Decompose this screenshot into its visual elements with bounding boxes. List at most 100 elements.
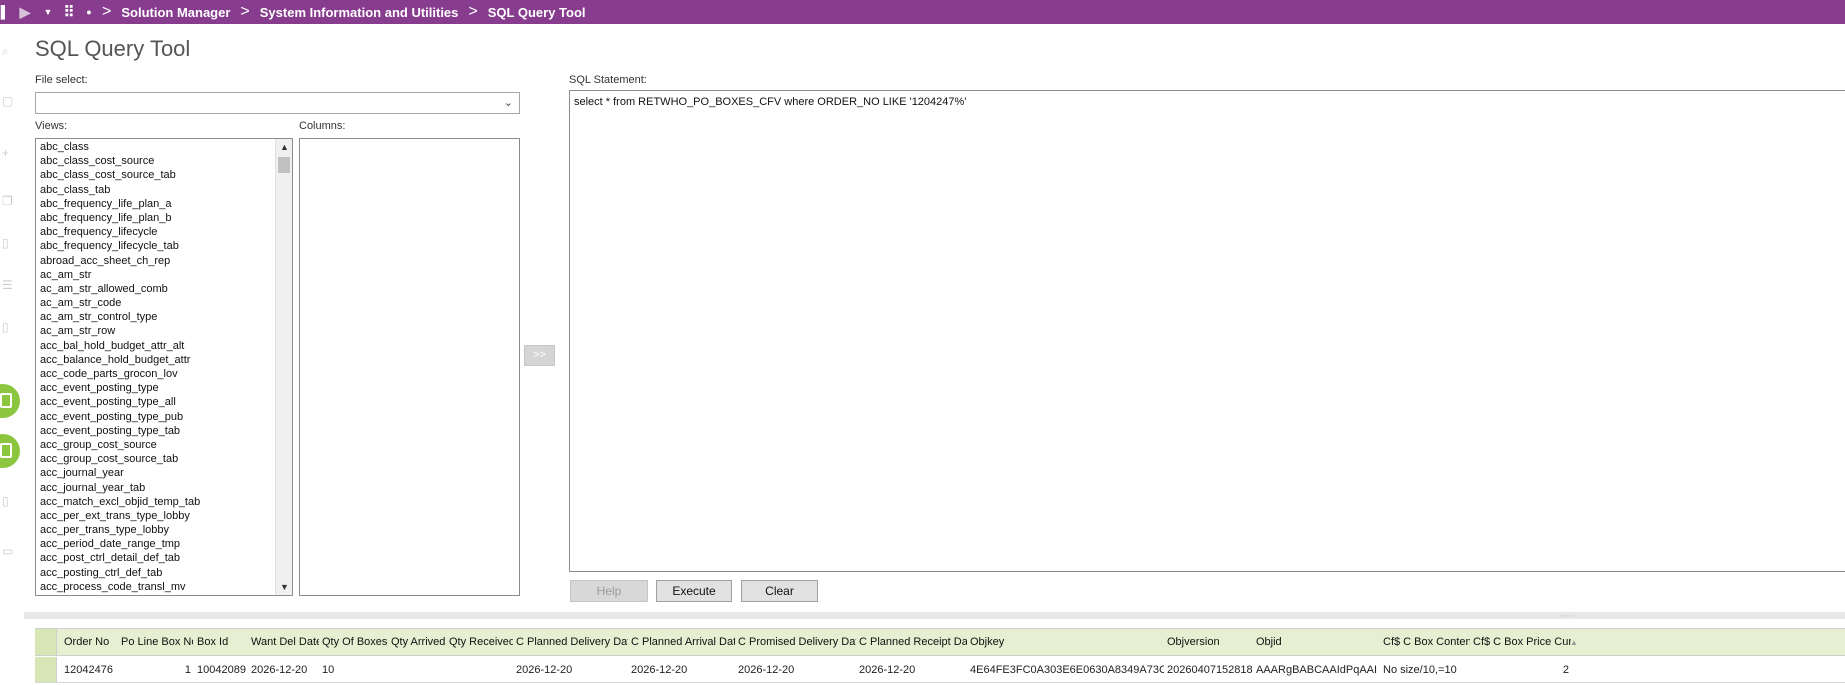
list-icon[interactable]: ☰ — [2, 278, 16, 292]
report-icon[interactable] — [0, 434, 20, 468]
table-cell[interactable]: 2 — [1471, 657, 1571, 682]
list-item[interactable]: abc_class — [40, 140, 272, 154]
delete-icon[interactable]: ▯ — [2, 236, 16, 250]
column-header[interactable]: Qty Of Boxes — [320, 629, 387, 655]
list-item[interactable]: acc_per_ext_trans_type_lobby — [40, 509, 272, 523]
list-item[interactable]: acc_period_date_range_tmp — [40, 537, 272, 551]
table-cell[interactable]: 2026-12-20 — [736, 657, 856, 682]
column-header[interactable]: Objid — [1254, 629, 1380, 655]
attachment-icon[interactable]: ▯ — [2, 494, 16, 508]
list-item[interactable]: acc_event_posting_type_all — [40, 395, 272, 409]
help-button[interactable]: Help — [570, 580, 648, 602]
dot-icon[interactable]: ● — [82, 0, 96, 24]
list-item[interactable]: acc_code_parts_grocon_lov — [40, 367, 272, 381]
list-item[interactable]: abc_frequency_lifecycle_tab — [40, 239, 272, 253]
table-cell[interactable]: 2026-12-20 — [857, 657, 967, 682]
list-item[interactable]: acc_posting_ctrl_def_tab — [40, 566, 272, 580]
columns-list[interactable] — [299, 138, 520, 596]
scroll-up-icon[interactable]: ▲ — [276, 139, 292, 155]
scroll-thumb[interactable] — [278, 157, 290, 173]
column-header[interactable]: Cf$ C Box Price Curr — [1471, 629, 1571, 655]
table-cell[interactable]: 2026-12-20 — [514, 657, 628, 682]
table-cell[interactable]: AAARgBABCAAIdPqAAI — [1254, 657, 1380, 682]
column-header[interactable]: Order No — [62, 629, 118, 655]
views-scrollbar[interactable]: ▲ ▼ — [275, 139, 292, 595]
document-icon[interactable]: ▯ — [2, 320, 16, 334]
table-cell[interactable] — [447, 657, 513, 682]
chat-icon[interactable]: ▭ — [2, 544, 16, 558]
list-item[interactable]: acc_match_excl_objid_temp_tab — [40, 495, 272, 509]
list-item[interactable]: abc_frequency_life_plan_b — [40, 211, 272, 225]
sidebar-toggle-icon[interactable]: ▌ — [0, 0, 10, 24]
list-item[interactable]: ac_am_str_allowed_comb — [40, 282, 272, 296]
list-item[interactable]: abroad_acc_sheet_ch_rep — [40, 254, 272, 268]
list-item[interactable]: acc_post_ctrl_detail_def_tab — [40, 551, 272, 565]
dropdown-caret-icon[interactable]: ▼ — [40, 0, 56, 24]
table-cell[interactable]: 10 — [320, 657, 387, 682]
list-item[interactable]: acc_per_trans_type_lobby — [40, 523, 272, 537]
list-item[interactable]: abc_frequency_lifecycle — [40, 225, 272, 239]
app-grid-icon[interactable]: ⠿ — [56, 0, 82, 24]
list-item[interactable]: acc_event_posting_type — [40, 381, 272, 395]
list-item[interactable]: abc_class_tab — [40, 183, 272, 197]
column-header[interactable]: C Planned Arrival Date — [629, 629, 735, 655]
list-item[interactable]: abc_class_cost_source — [40, 154, 272, 168]
list-item[interactable]: acc_journal_year — [40, 466, 272, 480]
table-cell[interactable]: 2026-12-20 — [629, 657, 735, 682]
list-item[interactable]: acc_bal_hold_budget_attr_alt — [40, 339, 272, 353]
header-row-selector[interactable] — [35, 629, 57, 655]
column-header[interactable]: Objkey — [968, 629, 1164, 655]
column-header[interactable]: Qty Arrived — [389, 629, 446, 655]
page-icon[interactable]: ▢ — [2, 94, 16, 108]
column-header[interactable]: Po Line Box No — [119, 629, 193, 655]
list-item[interactable]: ac_am_str_row — [40, 324, 272, 338]
list-item[interactable]: acc_process_code_transl_mv — [40, 580, 272, 594]
list-item[interactable]: ac_am_str_code — [40, 296, 272, 310]
sql-statement-textarea[interactable]: select * from RETWHO_PO_BOXES_CFV where … — [569, 90, 1845, 572]
list-item[interactable]: acc_group_cost_source — [40, 438, 272, 452]
column-header[interactable]: Objversion — [1165, 629, 1253, 655]
list-item[interactable]: ac_am_str — [40, 268, 272, 282]
breadcrumb-system-information[interactable]: System Information and Utilities — [260, 5, 459, 20]
list-item[interactable]: acc_group_cost_source_tab — [40, 452, 272, 466]
table-row[interactable]: 12042476 1 10042089 2026-12-20 10 2026-12-20 2… — [35, 657, 1845, 683]
column-header[interactable]: Box Id — [195, 629, 247, 655]
list-item[interactable]: abc_frequency_life_plan_a — [40, 197, 272, 211]
column-header[interactable]: Cf$ C Box Content — [1381, 629, 1470, 655]
table-cell[interactable]: 10042089 — [195, 657, 247, 682]
column-header[interactable]: C Planned Delivery Date — [514, 629, 628, 655]
chevron-down-icon[interactable]: ⌄ — [504, 96, 513, 109]
splitter-grip-icon[interactable]: ∙∙∙∙∙ — [1560, 612, 1576, 620]
panel-splitter[interactable]: ∙∙∙∙∙ — [24, 612, 1845, 620]
table-cell[interactable]: 1 — [119, 657, 193, 682]
column-header[interactable]: C Planned Receipt Date — [857, 629, 967, 655]
list-item[interactable]: ac_am_str_control_type — [40, 310, 272, 324]
table-cell[interactable]: 20260407152818 — [1165, 657, 1253, 682]
row-selector[interactable] — [35, 657, 57, 682]
add-icon[interactable]: + — [2, 146, 16, 160]
copy-icon[interactable]: ❐ — [2, 194, 16, 208]
table-cell[interactable]: 12042476 — [62, 657, 118, 682]
breadcrumb-solution-manager[interactable]: Solution Manager — [121, 5, 230, 20]
sort-ascending-icon[interactable]: ▲ — [1570, 638, 1578, 647]
list-item[interactable]: abc_class_cost_source_tab — [40, 168, 272, 182]
table-cell[interactable]: No size/10,=10 — [1381, 657, 1470, 682]
play-icon[interactable]: ▶ — [10, 0, 40, 24]
column-header[interactable]: Qty Received — [447, 629, 513, 655]
notes-icon[interactable] — [0, 384, 20, 418]
file-select-dropdown[interactable]: ⌄ — [35, 92, 520, 114]
clear-button[interactable]: Clear — [741, 580, 818, 602]
table-cell[interactable]: 2026-12-20 — [249, 657, 319, 682]
scroll-down-icon[interactable]: ▼ — [276, 579, 292, 595]
table-cell[interactable]: 4E64FE3FC0A303E6E0630A8349A73CC3 — [968, 657, 1164, 682]
views-list[interactable]: abc_class abc_class_cost_source abc_class_… — [35, 138, 293, 596]
list-item[interactable]: acc_event_posting_type_tab — [40, 424, 272, 438]
column-header[interactable]: Want Del Date — [249, 629, 319, 655]
column-header[interactable]: C Promised Delivery Date — [736, 629, 856, 655]
list-item[interactable]: acc_event_posting_type_pub — [40, 410, 272, 424]
list-item[interactable]: acc_balance_hold_budget_attr — [40, 353, 272, 367]
table-cell[interactable] — [389, 657, 446, 682]
execute-button[interactable]: Execute — [656, 580, 732, 602]
search-icon[interactable]: ⌕ — [2, 44, 16, 58]
breadcrumb-sql-query-tool[interactable]: SQL Query Tool — [488, 5, 586, 20]
